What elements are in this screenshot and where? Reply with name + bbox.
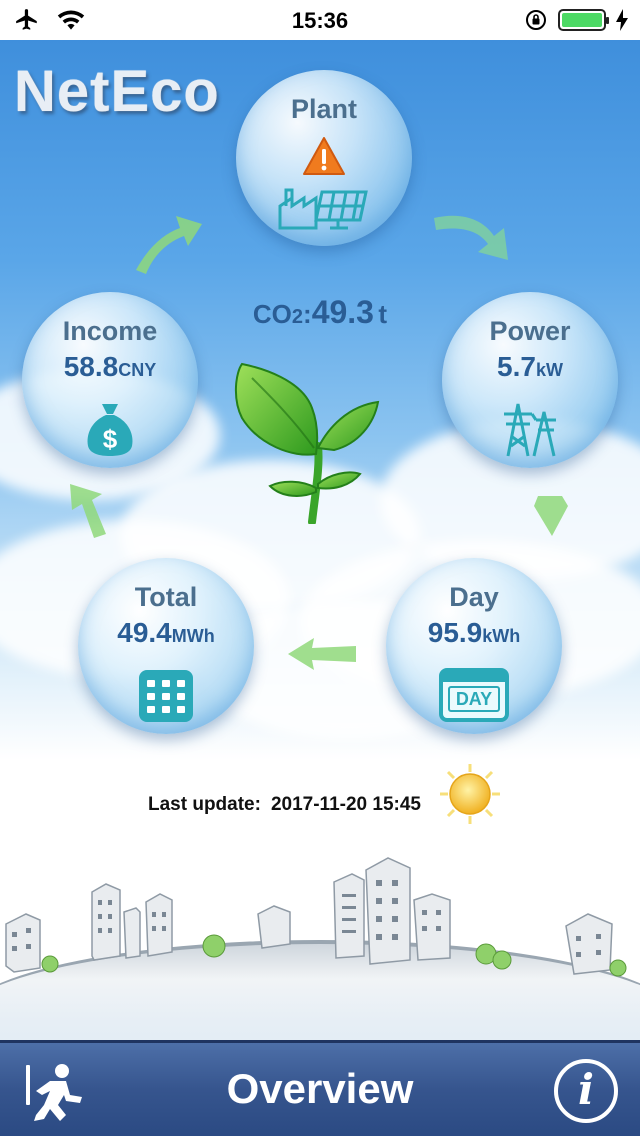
power-value: 5.7kW xyxy=(497,351,563,382)
day-bubble[interactable]: Day 95.9kWh DAY xyxy=(386,558,562,734)
arrow-right-down-icon xyxy=(434,215,508,260)
city-skyline xyxy=(5,857,627,977)
money-bag-icon: $ xyxy=(87,404,133,456)
factory-solar-icon xyxy=(278,188,368,230)
last-update-label: Last update: xyxy=(148,794,261,815)
income-value: 58.8CNY xyxy=(63,351,157,382)
arrow-up-icon xyxy=(70,484,106,538)
arrow-left-icon xyxy=(288,638,356,670)
total-bubble[interactable]: Total 49.4MWh xyxy=(78,558,254,734)
page-title: Overview xyxy=(226,1065,414,1112)
neteco-logo: NetEco xyxy=(14,59,220,124)
last-update-value: 2017-11-20 15:45 xyxy=(270,794,421,815)
arrow-up-right-icon xyxy=(136,216,202,274)
arrow-down-icon xyxy=(534,496,568,536)
airplane-icon xyxy=(16,9,37,30)
plant-bubble[interactable]: Plant xyxy=(236,70,412,246)
calculator-icon xyxy=(139,670,193,722)
status-bar: 15:36 xyxy=(0,0,640,40)
wifi-icon xyxy=(57,10,85,30)
overview-scene: NetEco Plant Income 58.8CNY $ Power 5.7k… xyxy=(0,40,640,1040)
co2-reduction: CO2:49.3 t xyxy=(252,294,388,330)
warning-icon xyxy=(303,137,345,175)
bottom-bar: Overview i xyxy=(0,1040,640,1136)
battery-icon xyxy=(558,9,609,31)
orientation-lock-icon xyxy=(526,10,546,30)
calendar-day-icon: DAY xyxy=(439,668,509,722)
power-tower-icon xyxy=(504,403,556,457)
co2-value: 49.3 xyxy=(311,294,374,330)
sprout-icon xyxy=(235,362,380,524)
day-title: Day xyxy=(449,582,499,612)
info-button[interactable]: i xyxy=(554,1059,618,1123)
svg-text:$: $ xyxy=(103,424,118,454)
plant-title: Plant xyxy=(290,94,357,124)
day-value: 95.9kWh xyxy=(427,617,521,648)
charging-icon xyxy=(616,9,628,31)
sun-icon xyxy=(440,764,500,824)
total-value: 49.4MWh xyxy=(117,617,215,648)
total-title: Total xyxy=(134,582,198,612)
co2-unit: t xyxy=(378,299,388,329)
last-update: Last update: 2017-11-20 15:45 xyxy=(148,794,421,816)
